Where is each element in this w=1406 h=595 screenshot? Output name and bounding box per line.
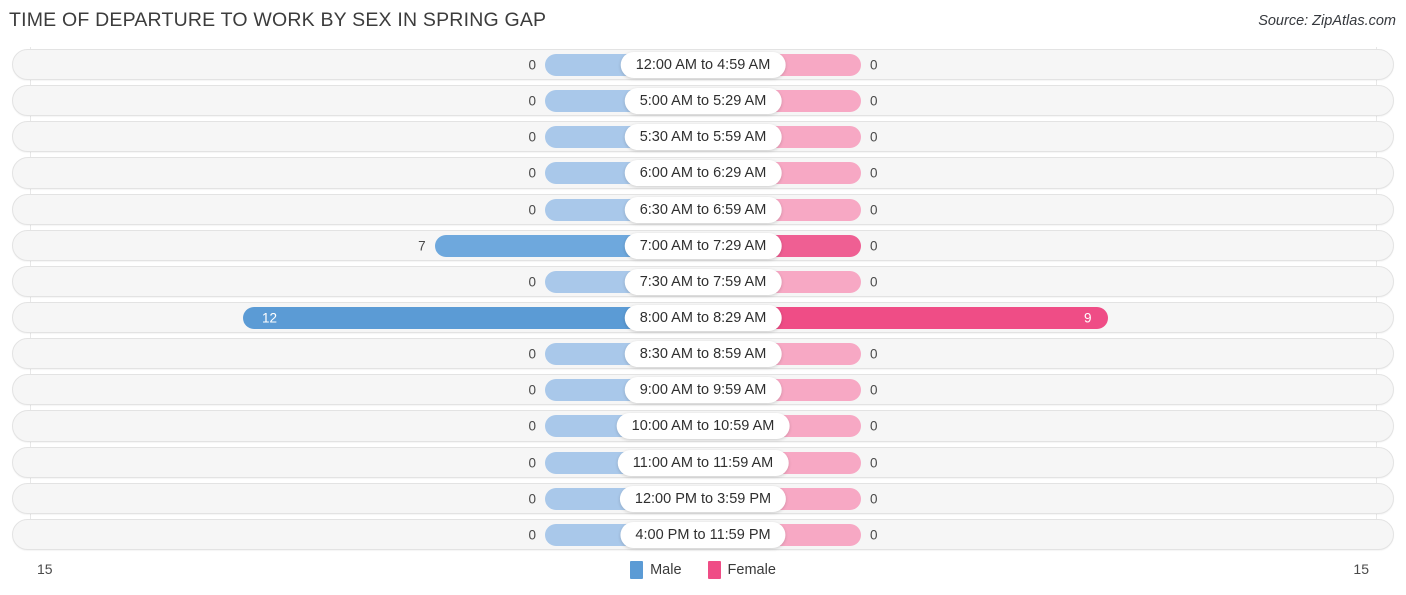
value-label-female: 0 xyxy=(870,238,878,254)
value-label-male: 0 xyxy=(528,346,536,362)
value-label-female: 0 xyxy=(870,346,878,362)
legend-swatch-female-icon xyxy=(707,561,721,579)
chart-rows: 0 0 12:00 AM to 4:59 AM 0 0 5:00 AM to 5:29 A… xyxy=(0,47,1406,553)
category-label: 12:00 PM to 3:59 PM xyxy=(619,485,787,512)
value-label-male: 0 xyxy=(528,454,536,470)
chart-header: TIME OF DEPARTURE TO WORK BY SEX IN SPRI… xyxy=(0,0,1406,44)
value-label-male: 12 xyxy=(261,310,277,326)
category-label: 9:00 AM to 9:59 AM xyxy=(624,377,782,404)
page-title: TIME OF DEPARTURE TO WORK BY SEX IN SPRI… xyxy=(9,9,547,31)
value-label-male: 0 xyxy=(528,418,536,434)
category-label: 4:00 PM to 11:59 PM xyxy=(620,521,786,548)
category-label: 8:00 AM to 8:29 AM xyxy=(624,305,782,332)
table-row[interactable]: 0 0 7:30 AM to 7:59 AM xyxy=(0,264,1406,300)
category-label: 11:00 AM to 11:59 AM xyxy=(617,449,789,476)
value-label-male: 0 xyxy=(528,57,536,73)
value-label-male: 0 xyxy=(528,165,536,181)
legend-label-female: Female xyxy=(727,562,776,578)
source-attribution: Source: ZipAtlas.com xyxy=(1258,13,1396,29)
category-label: 8:30 AM to 8:59 AM xyxy=(624,341,782,368)
value-label-female: 0 xyxy=(870,129,878,145)
category-label: 5:00 AM to 5:29 AM xyxy=(624,88,782,115)
category-label: 5:30 AM to 5:59 AM xyxy=(624,124,782,151)
value-label-female: 0 xyxy=(870,418,878,434)
value-label-female: 0 xyxy=(870,274,878,290)
value-label-female: 0 xyxy=(870,527,878,543)
legend-label-male: Male xyxy=(650,562,682,578)
legend-item-male[interactable]: Male xyxy=(630,561,682,579)
table-row[interactable]: 0 0 11:00 AM to 11:59 AM xyxy=(0,445,1406,481)
category-label: 7:30 AM to 7:59 AM xyxy=(624,268,782,295)
table-row[interactable]: 0 0 10:00 AM to 10:59 AM xyxy=(0,408,1406,444)
value-label-male: 0 xyxy=(528,201,536,217)
category-label: 12:00 AM to 4:59 AM xyxy=(620,52,786,79)
value-label-male: 0 xyxy=(528,129,536,145)
value-label-female: 0 xyxy=(870,454,878,470)
table-row[interactable]: 0 0 12:00 PM to 3:59 PM xyxy=(0,481,1406,517)
table-row[interactable]: 0 0 5:00 AM to 5:29 AM xyxy=(0,83,1406,119)
table-row[interactable]: 0 0 12:00 AM to 4:59 AM xyxy=(0,47,1406,83)
value-label-male: 0 xyxy=(528,491,536,506)
chart-footer: 15 15 Male Female xyxy=(0,553,1406,595)
category-label: 10:00 AM to 10:59 AM xyxy=(616,413,790,440)
chart-plot-area: 0 0 12:00 AM to 4:59 AM 0 0 5:00 AM to 5:29 A… xyxy=(0,47,1406,553)
value-label-female: 9 xyxy=(1084,310,1092,326)
value-label-female: 0 xyxy=(870,491,878,506)
table-row[interactable]: 0 0 6:30 AM to 6:59 AM xyxy=(0,192,1406,228)
value-label-female: 0 xyxy=(870,93,878,109)
value-label-female: 0 xyxy=(870,165,878,181)
chart-legend: Male Female xyxy=(0,561,1406,579)
table-row[interactable]: 0 0 6:00 AM to 6:29 AM xyxy=(0,155,1406,191)
value-label-male: 0 xyxy=(528,527,536,543)
chart-page: TIME OF DEPARTURE TO WORK BY SEX IN SPRI… xyxy=(0,0,1406,595)
value-label-male: 0 xyxy=(528,382,536,398)
value-label-male: 7 xyxy=(418,238,426,254)
category-label: 7:00 AM to 7:29 AM xyxy=(624,232,782,259)
table-row[interactable]: 7 0 7:00 AM to 7:29 AM xyxy=(0,228,1406,264)
value-label-male: 0 xyxy=(528,274,536,290)
table-row[interactable]: 12 9 8:00 AM to 8:29 AM xyxy=(0,300,1406,336)
table-row[interactable]: 0 0 8:30 AM to 8:59 AM xyxy=(0,336,1406,372)
value-label-female: 0 xyxy=(870,382,878,398)
table-row[interactable]: 0 0 4:00 PM to 11:59 PM xyxy=(0,517,1406,553)
value-label-male: 0 xyxy=(528,93,536,109)
value-label-female: 0 xyxy=(870,201,878,217)
legend-item-female[interactable]: Female xyxy=(707,561,776,579)
table-row[interactable]: 0 0 5:30 AM to 5:59 AM xyxy=(0,119,1406,155)
category-label: 6:00 AM to 6:29 AM xyxy=(624,160,782,187)
value-label-female: 0 xyxy=(870,57,878,73)
category-label: 6:30 AM to 6:59 AM xyxy=(624,196,782,223)
table-row[interactable]: 0 0 9:00 AM to 9:59 AM xyxy=(0,372,1406,408)
legend-swatch-male-icon xyxy=(630,561,644,579)
